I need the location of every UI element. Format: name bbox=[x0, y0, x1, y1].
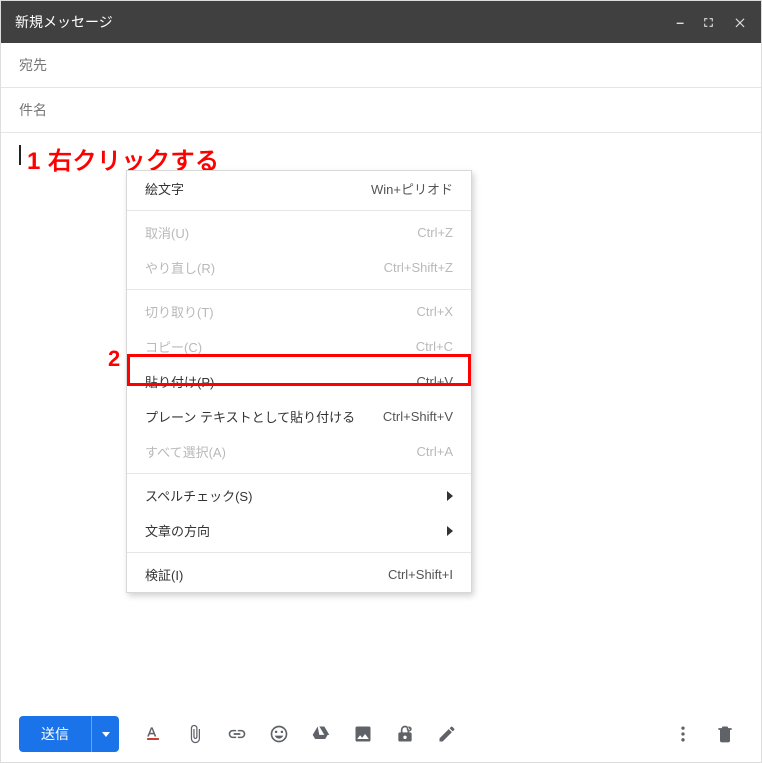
menu-separator bbox=[127, 289, 471, 290]
trash-icon[interactable] bbox=[707, 716, 743, 752]
menu-item-label: 貼り付け(P) bbox=[145, 372, 417, 391]
menu-item: コピー(C)Ctrl+C bbox=[127, 329, 471, 364]
menu-item: 切り取り(T)Ctrl+X bbox=[127, 294, 471, 329]
context-menu: 絵文字Win+ピリオド取消(U)Ctrl+Zやり直し(R)Ctrl+Shift+… bbox=[126, 170, 472, 593]
menu-separator bbox=[127, 210, 471, 211]
minimize-icon[interactable]: – bbox=[676, 14, 684, 30]
menu-item-shortcut: Ctrl+Z bbox=[417, 225, 453, 240]
send-button[interactable]: 送信 bbox=[19, 716, 91, 752]
menu-item-shortcut: Win+ピリオド bbox=[371, 179, 453, 198]
menu-item-shortcut: Ctrl+V bbox=[417, 374, 453, 389]
pen-icon[interactable] bbox=[429, 716, 465, 752]
menu-item-shortcut: Ctrl+Shift+I bbox=[388, 567, 453, 582]
to-label: 宛先 bbox=[19, 57, 47, 73]
menu-item-label: 切り取り(T) bbox=[145, 302, 417, 321]
menu-item-label: やり直し(R) bbox=[145, 258, 384, 277]
chevron-down-icon bbox=[102, 732, 110, 737]
link-icon[interactable] bbox=[219, 716, 255, 752]
confidential-icon[interactable] bbox=[387, 716, 423, 752]
to-field[interactable]: 宛先 bbox=[1, 43, 761, 88]
submenu-arrow-icon bbox=[447, 491, 453, 501]
menu-item-label: 検証(I) bbox=[145, 565, 388, 584]
close-icon[interactable] bbox=[733, 15, 747, 29]
submenu-arrow-icon bbox=[447, 526, 453, 536]
window-title: 新規メッセージ bbox=[15, 12, 676, 32]
titlebar: 新規メッセージ – bbox=[1, 1, 761, 43]
menu-separator bbox=[127, 552, 471, 553]
subject-field[interactable]: 件名 bbox=[1, 88, 761, 133]
menu-item[interactable]: 検証(I)Ctrl+Shift+I bbox=[127, 557, 471, 592]
menu-item-label: 文章の方向 bbox=[145, 521, 447, 540]
annotation-step2: 2 bbox=[108, 346, 120, 372]
menu-item-shortcut: Ctrl+A bbox=[417, 444, 453, 459]
drive-icon[interactable] bbox=[303, 716, 339, 752]
menu-item[interactable]: スペルチェック(S) bbox=[127, 478, 471, 513]
send-dropdown-button[interactable] bbox=[91, 716, 119, 752]
send-button-group: 送信 bbox=[19, 716, 119, 752]
menu-item[interactable]: 文章の方向 bbox=[127, 513, 471, 548]
menu-item[interactable]: 絵文字Win+ピリオド bbox=[127, 171, 471, 206]
menu-item-label: コピー(C) bbox=[145, 337, 416, 356]
compose-toolbar: 送信 bbox=[1, 706, 761, 762]
menu-item[interactable]: プレーン テキストとして貼り付けるCtrl+Shift+V bbox=[127, 399, 471, 434]
text-cursor bbox=[19, 145, 21, 165]
menu-item-label: スペルチェック(S) bbox=[145, 486, 447, 505]
menu-separator bbox=[127, 473, 471, 474]
subject-label: 件名 bbox=[19, 102, 47, 118]
image-icon[interactable] bbox=[345, 716, 381, 752]
menu-item-shortcut: Ctrl+C bbox=[416, 339, 453, 354]
menu-item[interactable]: 貼り付け(P)Ctrl+V bbox=[127, 364, 471, 399]
menu-item-shortcut: Ctrl+Shift+Z bbox=[384, 260, 453, 275]
menu-item: やり直し(R)Ctrl+Shift+Z bbox=[127, 250, 471, 285]
menu-item: 取消(U)Ctrl+Z bbox=[127, 215, 471, 250]
menu-item-shortcut: Ctrl+X bbox=[417, 304, 453, 319]
menu-item: すべて選択(A)Ctrl+A bbox=[127, 434, 471, 469]
menu-item-label: 絵文字 bbox=[145, 179, 371, 198]
menu-item-shortcut: Ctrl+Shift+V bbox=[383, 409, 453, 424]
more-icon[interactable] bbox=[665, 716, 701, 752]
attach-icon[interactable] bbox=[177, 716, 213, 752]
menu-item-label: すべて選択(A) bbox=[145, 442, 417, 461]
formatting-icon[interactable] bbox=[135, 716, 171, 752]
titlebar-actions: – bbox=[676, 14, 747, 30]
menu-item-label: 取消(U) bbox=[145, 223, 417, 242]
menu-item-label: プレーン テキストとして貼り付ける bbox=[145, 407, 383, 426]
emoji-icon[interactable] bbox=[261, 716, 297, 752]
expand-icon[interactable] bbox=[702, 16, 715, 29]
